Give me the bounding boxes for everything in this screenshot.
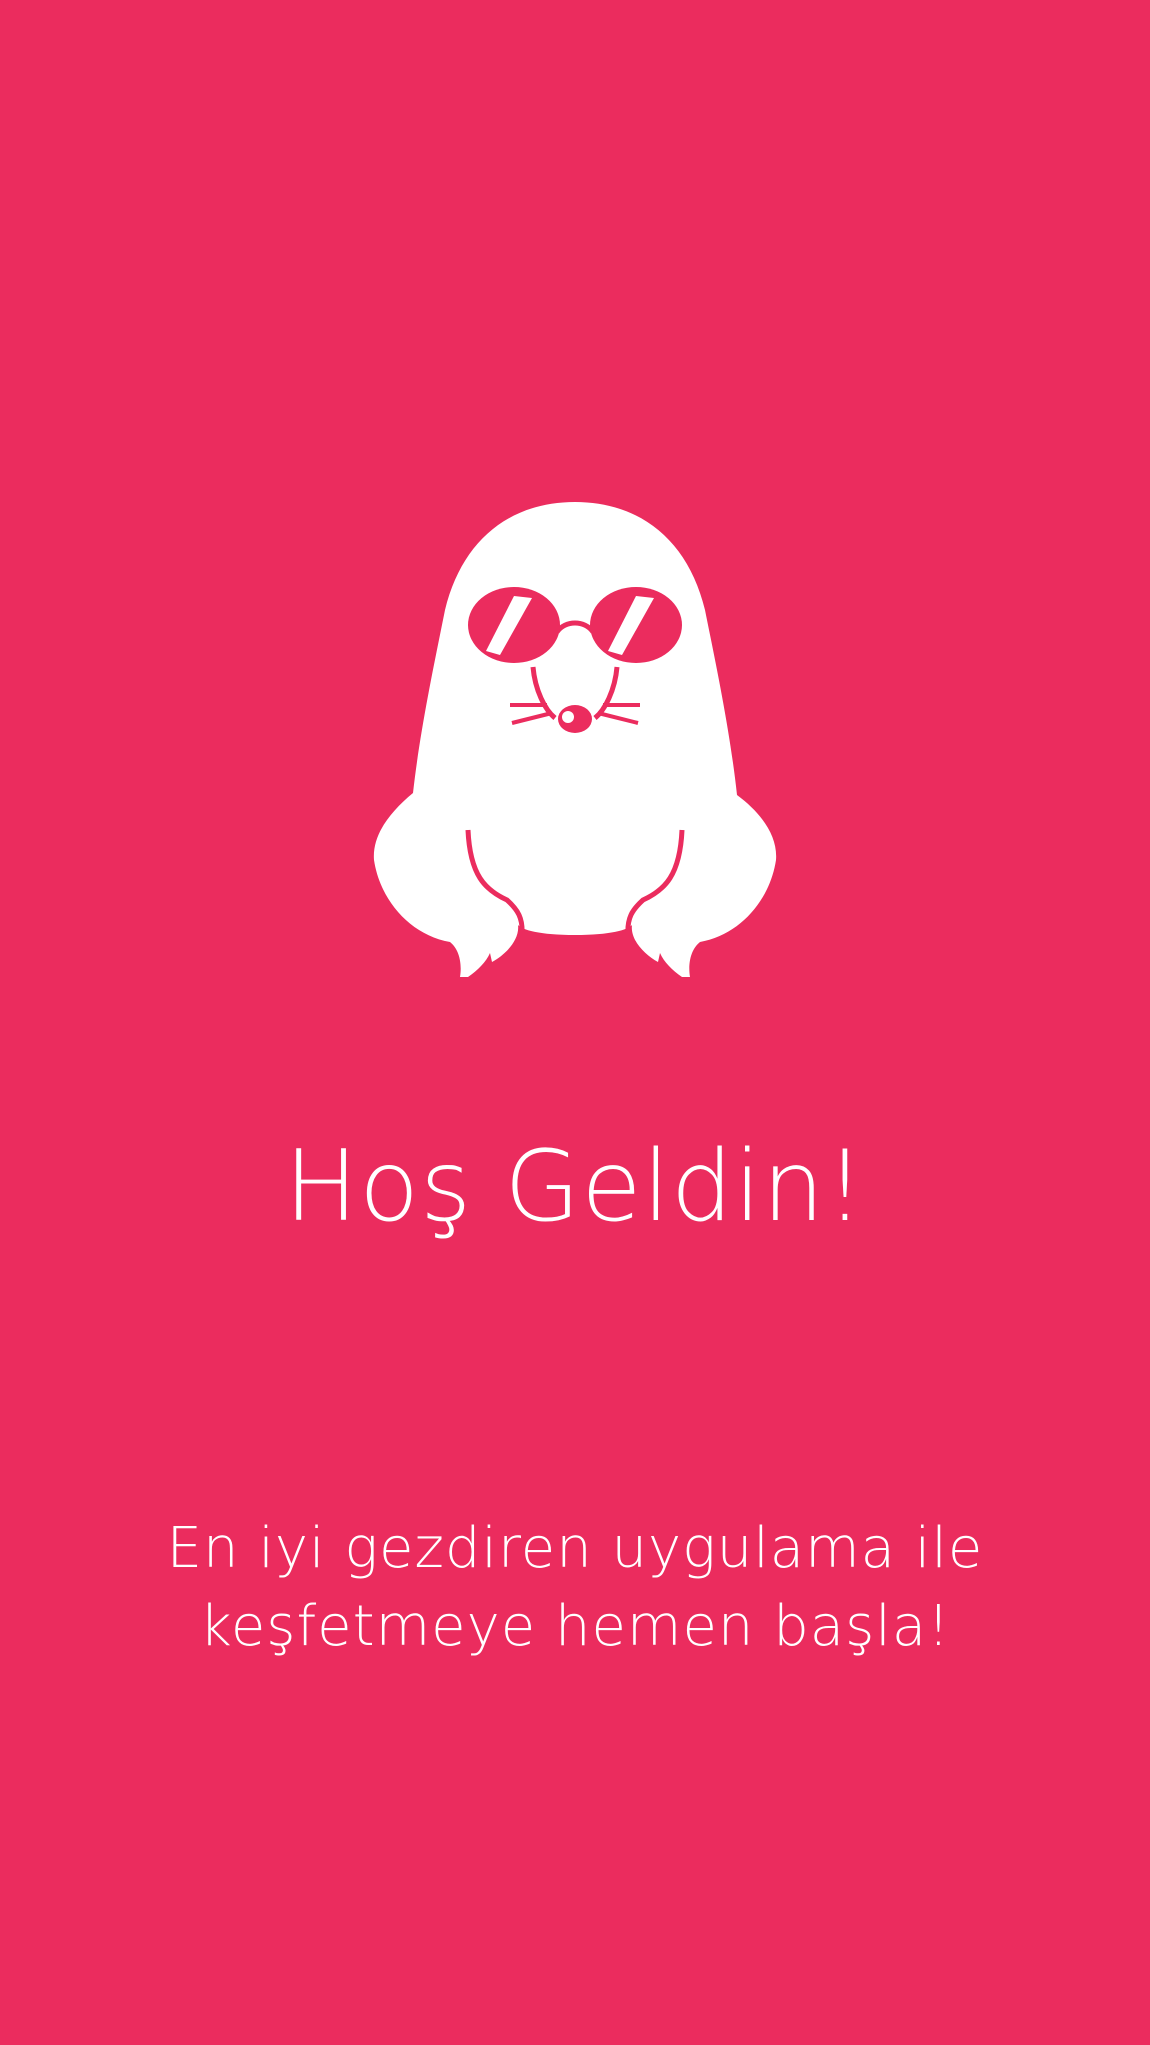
welcome-title: Hoş Geldin! — [284, 1130, 866, 1244]
seal-mascot-icon — [373, 502, 777, 977]
subtitle-line-1: En iyi gezdiren uygulama ile — [166, 1516, 984, 1581]
subtitle-line-2: keşfetmeye hemen başla! — [199, 1594, 951, 1659]
welcome-subtitle: En iyi gezdiren uygulama ile keşfetmeye … — [0, 1510, 1150, 1666]
